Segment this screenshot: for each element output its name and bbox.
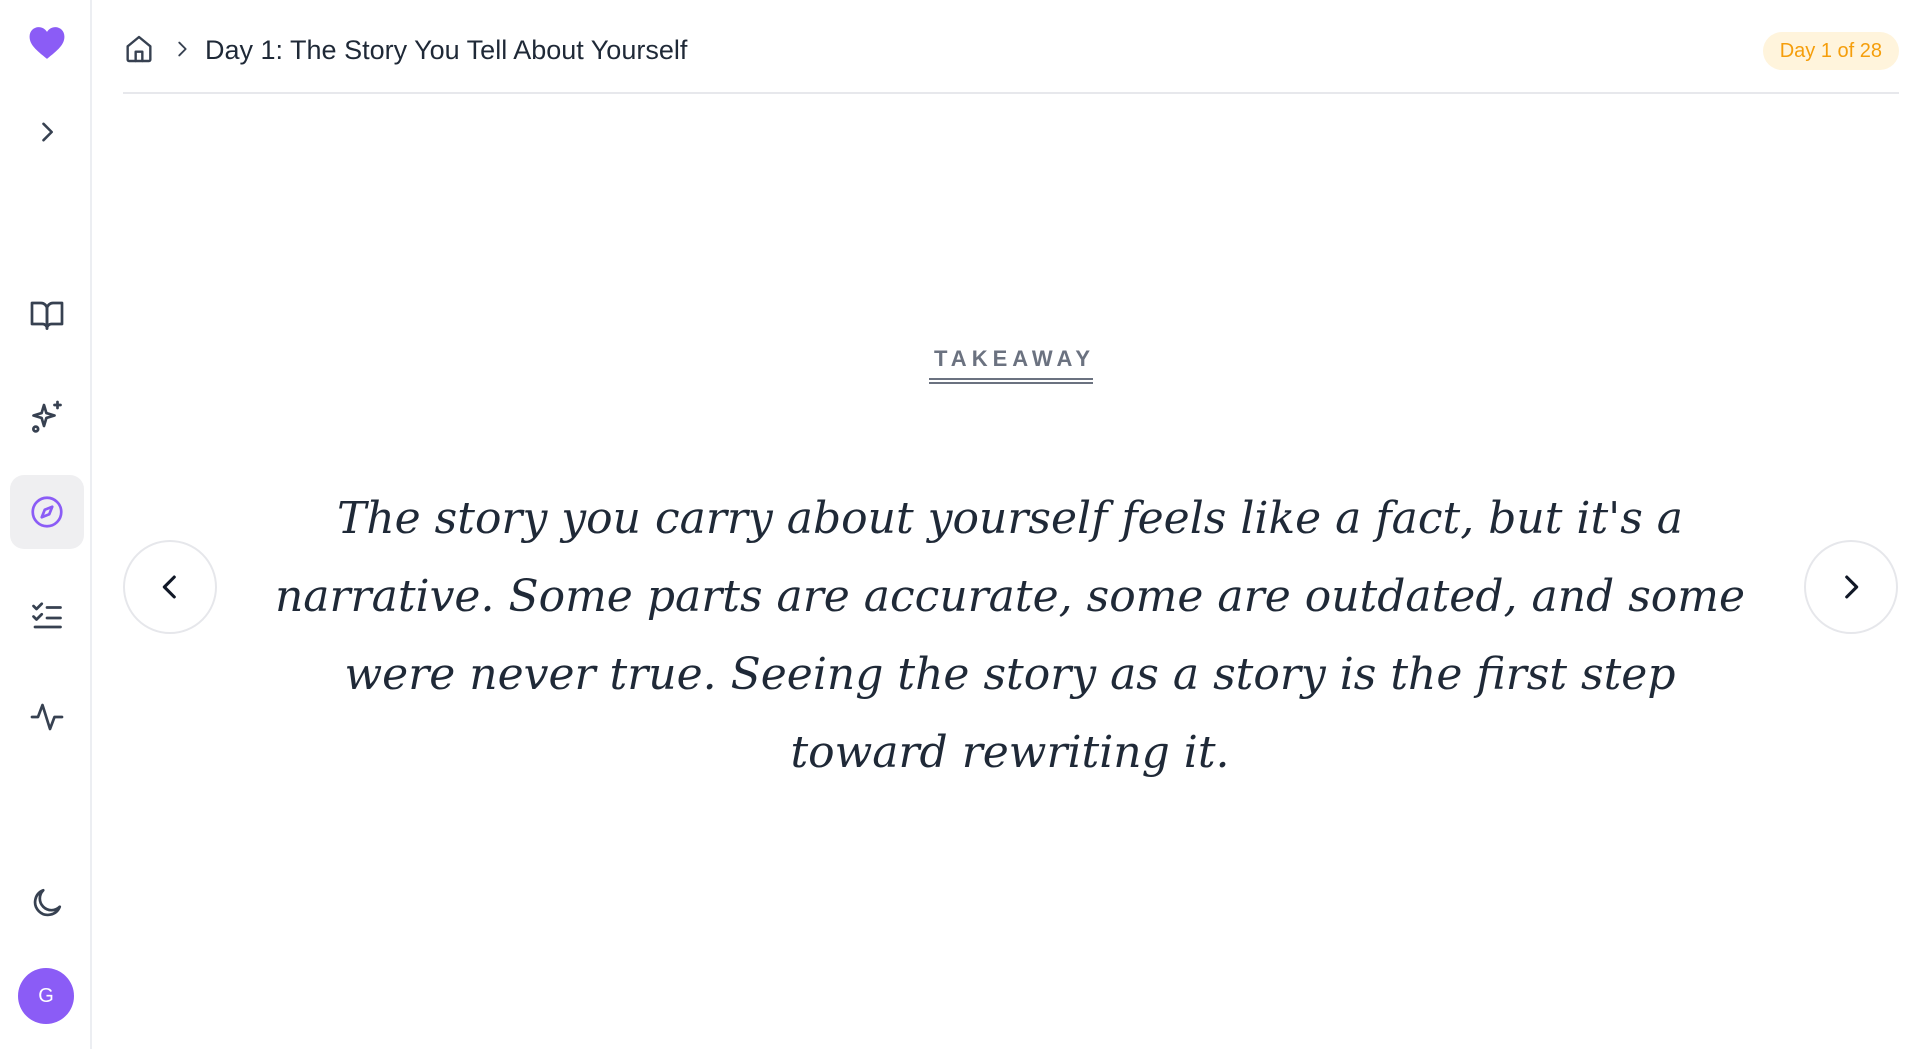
app-logo[interactable] bbox=[10, 6, 84, 80]
book-open-icon bbox=[30, 301, 64, 330]
sparkles-icon bbox=[32, 400, 62, 433]
moon-icon bbox=[33, 888, 62, 917]
sidebar-item-library[interactable] bbox=[10, 278, 84, 352]
chevron-left-icon bbox=[162, 575, 176, 599]
sidebar-item-sparkles[interactable] bbox=[10, 380, 84, 454]
theme-toggle-button[interactable] bbox=[10, 866, 84, 940]
breadcrumb-separator-icon bbox=[178, 41, 187, 57]
chevron-right-icon bbox=[1845, 575, 1859, 599]
avatar-initial: G bbox=[38, 984, 54, 1007]
takeaway-quote: The story you carry about yourself feels… bbox=[274, 493, 1746, 778]
heart-icon bbox=[29, 27, 65, 59]
activity-icon bbox=[30, 703, 64, 731]
home-button[interactable] bbox=[123, 33, 155, 65]
sidebar-item-explore[interactable] bbox=[10, 475, 84, 549]
chevron-right-icon bbox=[42, 122, 53, 142]
sidebar-item-activity[interactable] bbox=[10, 680, 84, 754]
next-button[interactable] bbox=[1804, 540, 1898, 634]
breadcrumb-title: Day 1: The Story You Tell About Yourself bbox=[205, 35, 688, 65]
avatar[interactable]: G bbox=[18, 968, 74, 1024]
list-checks-icon bbox=[32, 602, 62, 629]
compass-icon bbox=[31, 496, 63, 528]
sidebar-item-tasks[interactable] bbox=[10, 578, 84, 652]
header: Day 1: The Story You Tell About Yourself… bbox=[123, 0, 1899, 94]
section-label: TAKEAWAY bbox=[934, 346, 1096, 371]
sidebar-expand-button[interactable] bbox=[10, 95, 84, 169]
previous-button[interactable] bbox=[123, 540, 217, 634]
section-label-underline bbox=[929, 378, 1093, 384]
sidebar: G bbox=[0, 0, 92, 1049]
home-icon bbox=[126, 35, 152, 63]
day-progress-badge: Day 1 of 28 bbox=[1762, 32, 1899, 70]
app-root: G Day 1: The Story You Tell About Yourse… bbox=[0, 0, 1920, 1049]
